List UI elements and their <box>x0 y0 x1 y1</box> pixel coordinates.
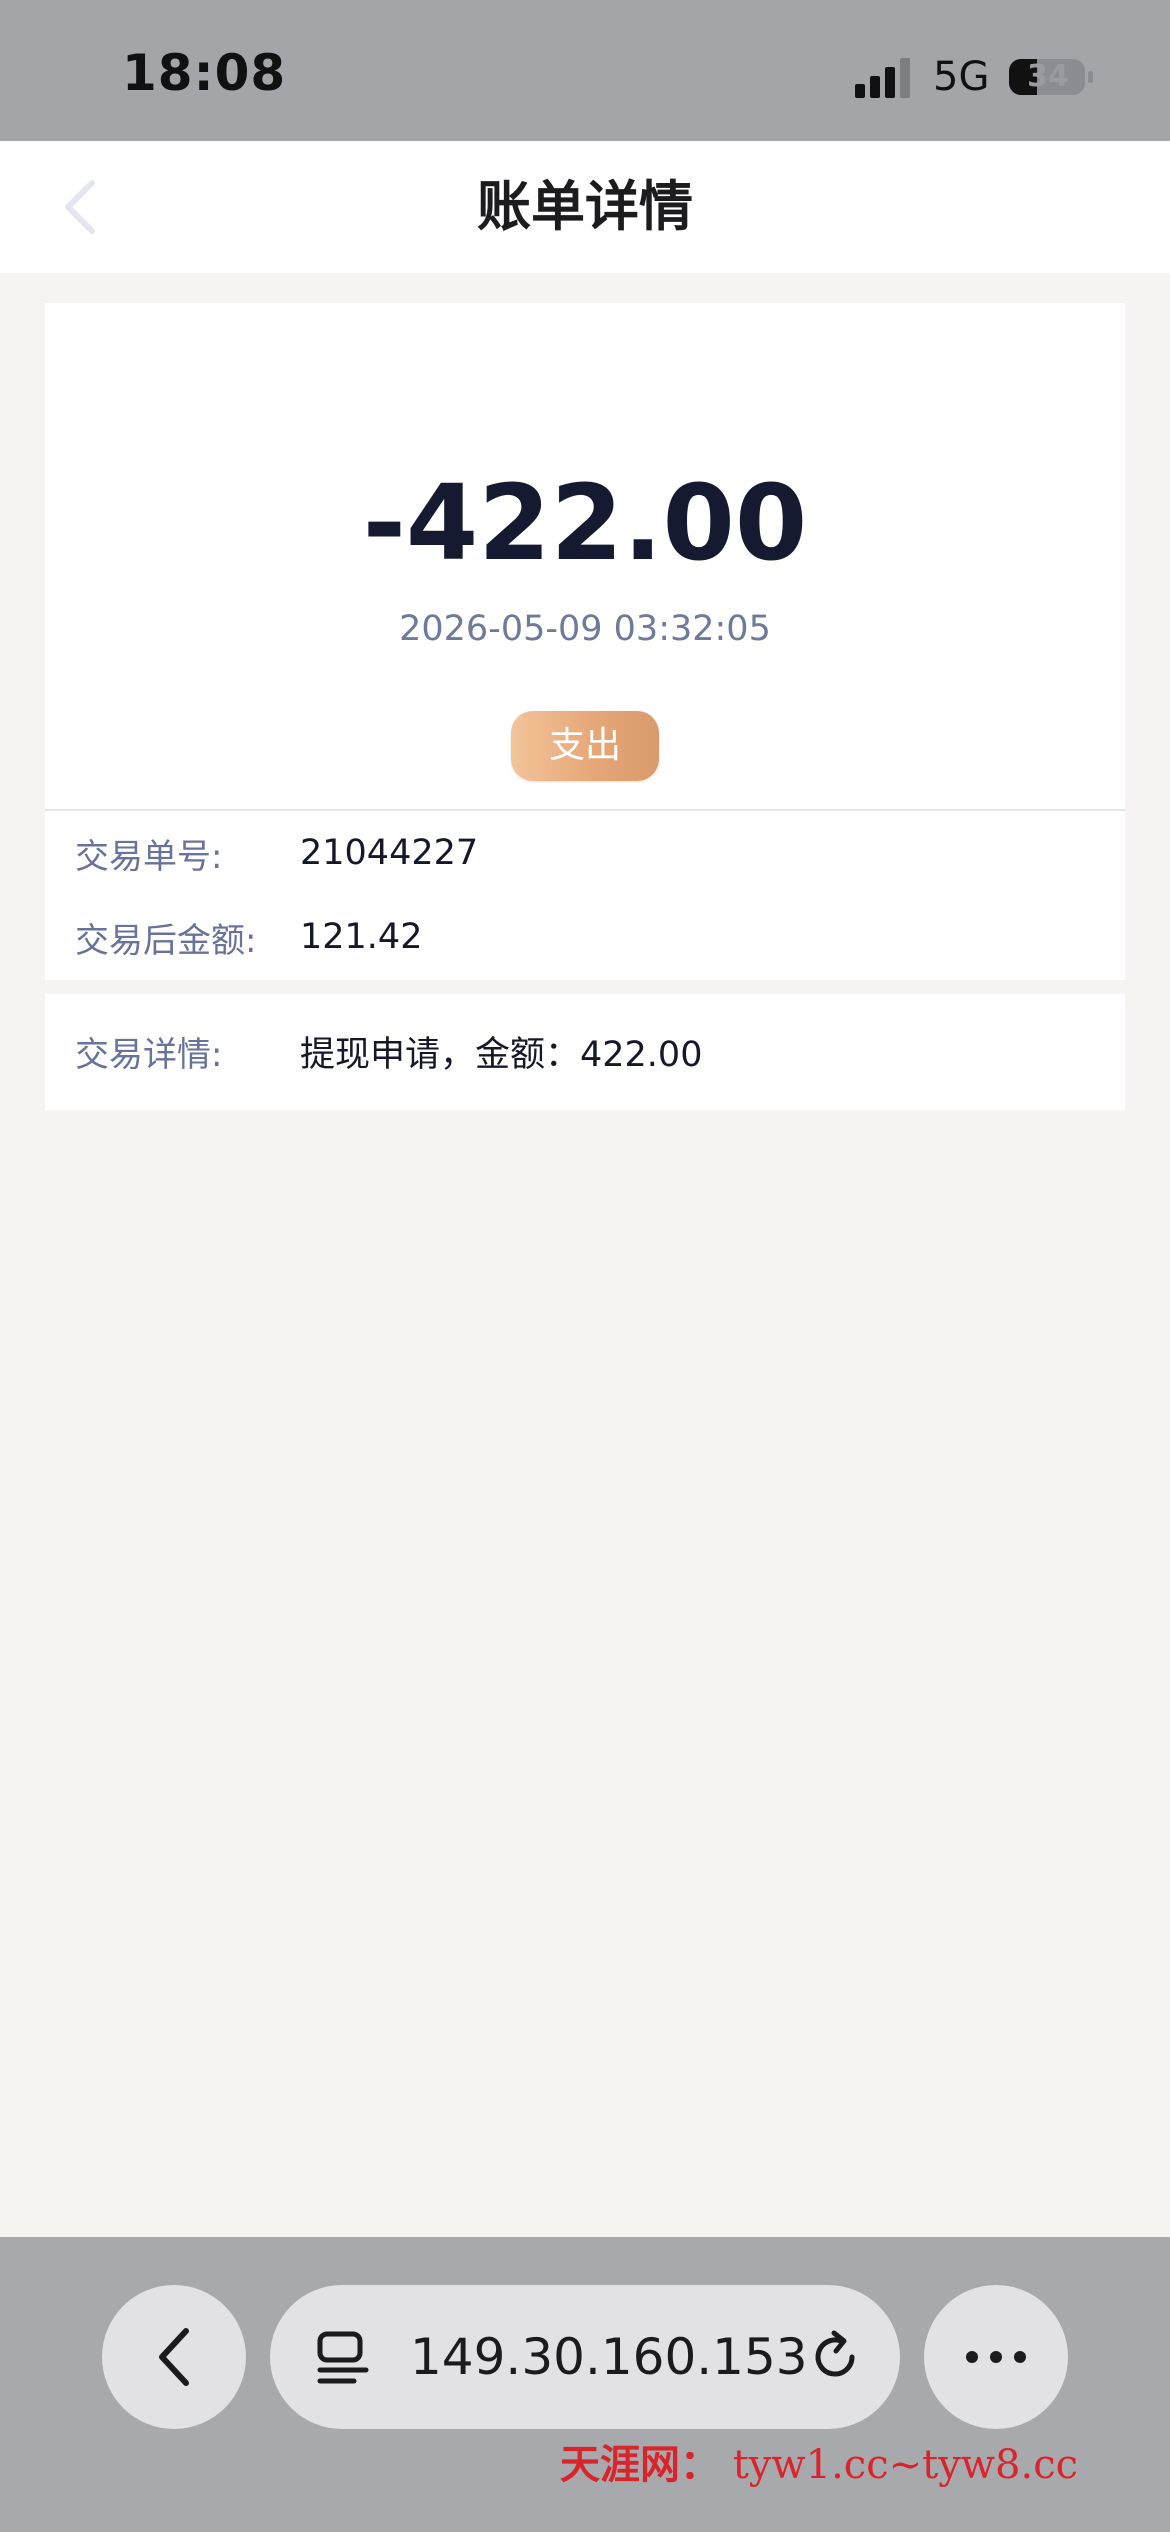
transaction-detail-row: 交易详情: 提现申请，金额：422.00 <box>75 1021 702 1081</box>
transaction-detail-label: 交易详情: <box>75 1034 223 1075</box>
transaction-type-badge: 支出 <box>511 711 659 781</box>
address-bar[interactable]: 149.30.160.153 <box>270 2285 900 2429</box>
browser-toolbar: 149.30.160.153 天涯网： tyw1.cc~tyw8.cc <box>0 2237 1170 2532</box>
watermark-name: 天涯网： <box>560 2441 720 2488</box>
balance-after-label: 交易后金额: <box>75 920 257 961</box>
chevron-left-icon <box>65 180 95 234</box>
transaction-amount: -422.00 <box>362 462 808 584</box>
page-title: 账单详情 <box>477 175 693 238</box>
reload-icon[interactable] <box>808 2329 864 2385</box>
browser-back-button[interactable] <box>102 2285 246 2429</box>
transaction-id-value: 21044227 <box>300 833 479 873</box>
watermark: 天涯网： tyw1.cc~tyw8.cc <box>560 2432 1078 2490</box>
watermark-urls: tyw1.cc~tyw8.cc <box>732 2442 1078 2488</box>
transaction-detail-value: 提现申请，金额：422.00 <box>300 1034 703 1075</box>
reader-mode-icon[interactable] <box>314 2330 374 2386</box>
battery-level: 34 <box>1027 59 1069 94</box>
network-label: 5G <box>933 54 990 100</box>
summary-card: -422.00 2026-05-09 03:32:05 支出 <box>45 303 1125 811</box>
signal-icon <box>855 58 910 98</box>
transaction-datetime: 2026-05-09 03:32:05 <box>399 609 771 649</box>
url-text[interactable]: 149.30.160.153 <box>410 2285 808 2429</box>
back-button[interactable] <box>44 171 116 243</box>
detail-card: 交易详情: 提现申请，金额：422.00 <box>45 994 1125 1110</box>
transaction-id-row: 交易单号: 21044227 <box>75 823 478 883</box>
status-time: 18:08 <box>122 44 287 102</box>
nav-bar: 账单详情 <box>0 141 1170 273</box>
status-bar: 18:08 5G 34 <box>0 0 1170 141</box>
info-card: 交易单号: 21044227 交易后金额: 121.42 <box>45 811 1125 980</box>
transaction-id-label: 交易单号: <box>75 836 223 877</box>
balance-after-value: 121.42 <box>300 917 423 957</box>
ellipsis-icon <box>966 2351 1026 2363</box>
balance-after-row: 交易后金额: 121.42 <box>75 907 422 967</box>
more-button[interactable] <box>924 2285 1068 2429</box>
chevron-left-icon <box>159 2328 189 2386</box>
